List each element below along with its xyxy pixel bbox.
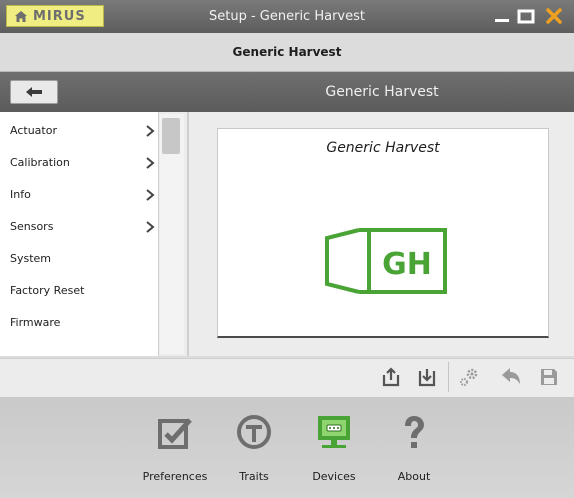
toolbar [0, 358, 574, 398]
nav-title: Generic Harvest [325, 84, 439, 100]
close-icon [546, 8, 562, 24]
settings-menu: Actuator Calibration Info Sensors System… [0, 112, 159, 356]
back-button[interactable] [10, 80, 58, 104]
dock-label: About [397, 470, 431, 483]
menu-item-label: Actuator [10, 124, 57, 137]
import-icon [418, 369, 436, 387]
devices-icon [318, 416, 350, 448]
minimize-icon [495, 19, 509, 22]
chevron-right-icon [146, 157, 155, 169]
back-arrow-icon [26, 87, 42, 97]
dock-about[interactable]: About [379, 414, 449, 488]
generic-harvest-logo-icon: GH [325, 228, 447, 294]
menu-item-label: Info [10, 188, 31, 201]
checkbox-icon [158, 418, 192, 449]
chevron-right-icon [146, 189, 155, 201]
menu-item-actuator[interactable]: Actuator [0, 115, 158, 147]
menu-item-sensors[interactable]: Sensors [0, 211, 158, 243]
toolbar-divider [448, 362, 449, 392]
menu-item-calibration[interactable]: Calibration [0, 147, 158, 179]
menu-item-label: Sensors [10, 220, 54, 233]
question-icon [405, 416, 424, 448]
home-button[interactable]: MIRUS [6, 5, 104, 27]
home-icon [15, 10, 27, 22]
settings-icon [460, 368, 478, 386]
dock-preferences[interactable]: Preferences [140, 414, 210, 488]
menu-item-factory-reset[interactable]: Factory Reset [0, 275, 158, 307]
import-button[interactable] [414, 364, 440, 390]
dock-label: Preferences [142, 470, 208, 483]
chevron-right-icon [146, 221, 155, 233]
menu-item-label: Calibration [10, 156, 70, 169]
menu-item-label: Firmware [10, 316, 61, 329]
menu-item-info[interactable]: Info [0, 179, 158, 211]
export-button[interactable] [378, 364, 404, 390]
menu-item-system[interactable]: System [0, 243, 158, 275]
menu-item-firmware[interactable]: Firmware [0, 307, 158, 339]
panel-divider [187, 112, 189, 356]
traits-icon [237, 415, 271, 449]
save-icon [541, 369, 557, 385]
dock-traits[interactable]: Traits [219, 414, 289, 488]
undo-icon [502, 368, 520, 384]
scrollbar-thumb[interactable] [162, 118, 180, 154]
undo-button[interactable] [498, 364, 524, 390]
close-button[interactable] [544, 6, 564, 26]
menu-item-label: System [10, 252, 52, 265]
device-name: Generic Harvest [326, 140, 440, 156]
dock-label: Traits [239, 470, 269, 483]
page-title: Generic Harvest [232, 45, 342, 59]
logo-text: GH [382, 247, 432, 282]
menu-item-label: Factory Reset [10, 284, 85, 297]
brand-logo: MIRUS [33, 8, 86, 24]
save-button[interactable] [536, 364, 562, 390]
maximize-button[interactable] [516, 6, 536, 26]
export-icon [382, 367, 400, 387]
settings-button[interactable] [456, 364, 482, 390]
maximize-icon [517, 9, 535, 24]
dock-label: Devices [312, 470, 356, 483]
minimize-button[interactable] [492, 6, 512, 26]
chevron-right-icon [146, 125, 155, 137]
dock-devices[interactable]: Devices [299, 414, 369, 488]
